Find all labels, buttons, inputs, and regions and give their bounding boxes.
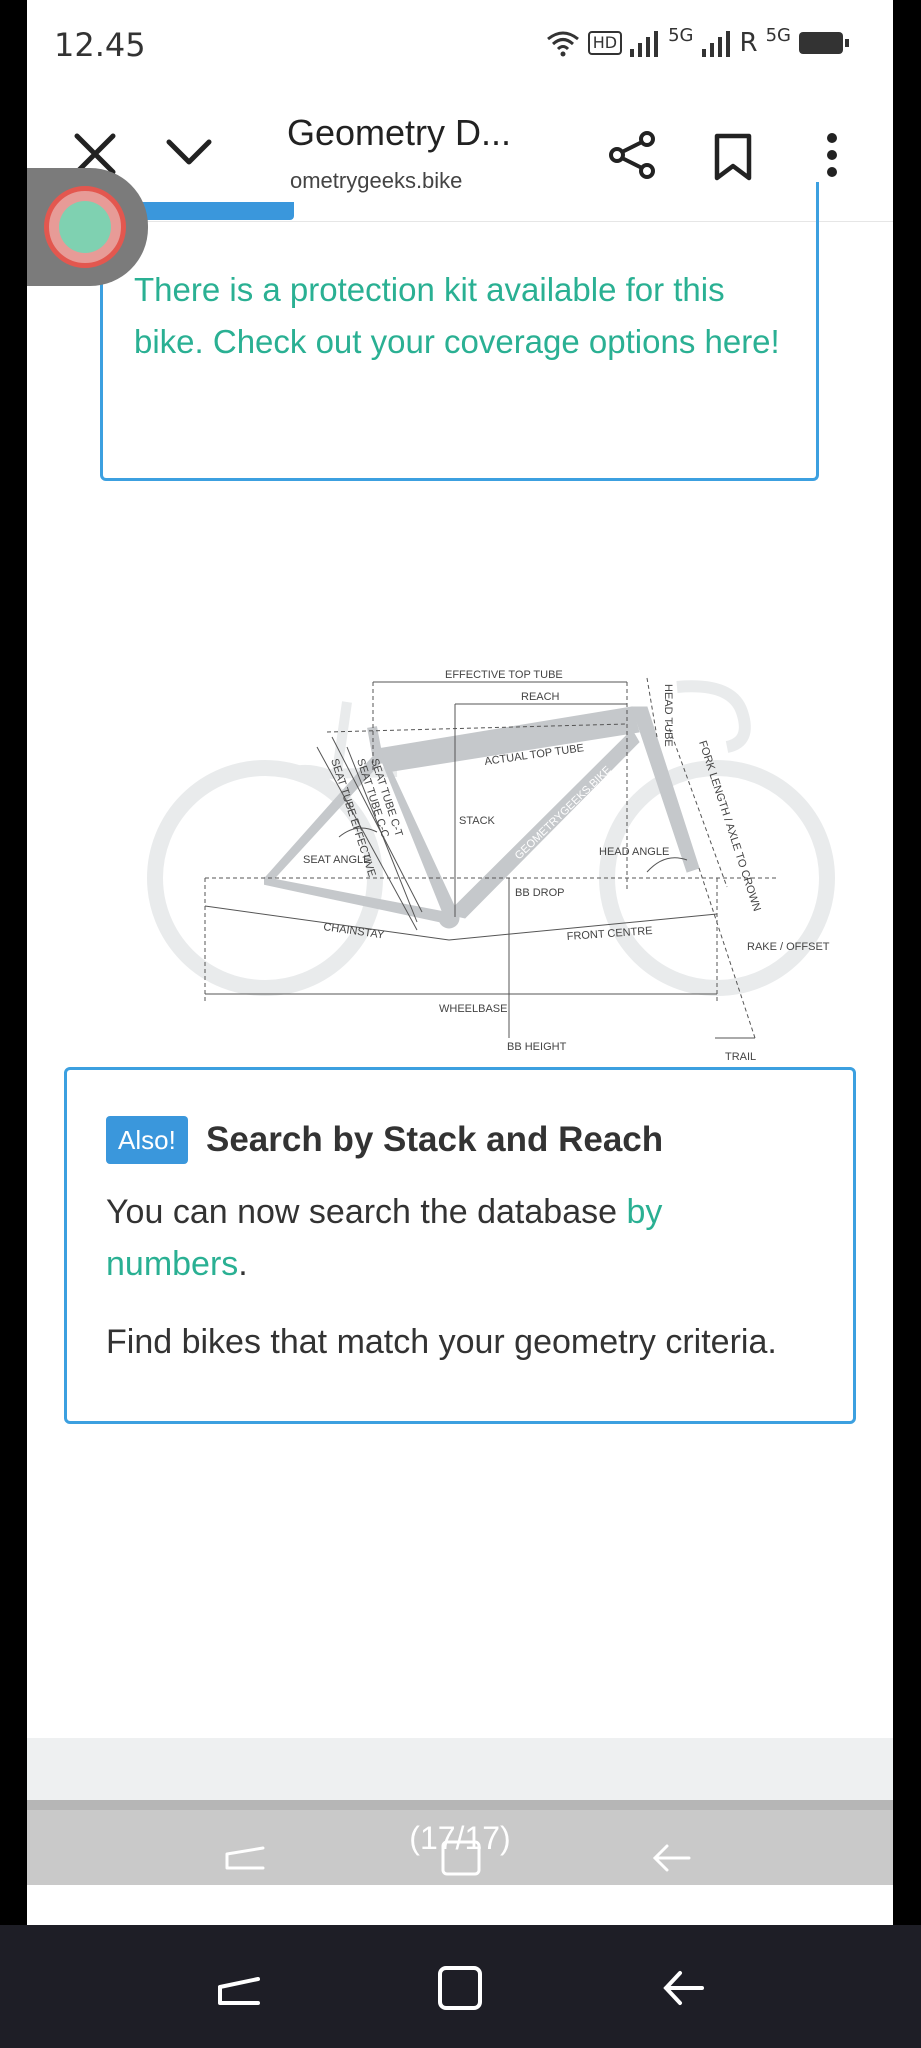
label-reach: REACH bbox=[521, 691, 560, 703]
status-bar: 12.45 HD 5G R 5G bbox=[27, 0, 893, 90]
also-badge: Also! bbox=[106, 1116, 188, 1164]
recents-icon bbox=[225, 1846, 265, 1870]
screen: 12.45 HD 5G R 5G Geometry D... ometrygee… bbox=[27, 0, 893, 1925]
back-icon bbox=[652, 1844, 691, 1872]
label-head-angle: HEAD ANGLE bbox=[599, 846, 669, 858]
label-trail: TRAIL bbox=[725, 1051, 756, 1063]
label-bb-height: BB HEIGHT bbox=[507, 1041, 567, 1053]
signal-icon bbox=[701, 31, 730, 57]
home-icon bbox=[441, 1840, 481, 1876]
phone: 12.45 HD 5G R 5G Geometry D... ometrygee… bbox=[0, 0, 921, 2048]
bookmark-icon[interactable] bbox=[711, 132, 755, 182]
label-bb-drop: BB DROP bbox=[515, 887, 565, 899]
also-text-criteria: Find bikes that match your geometry crit… bbox=[106, 1323, 777, 1361]
sim1-network-label: 5G bbox=[668, 24, 694, 46]
hd-voice-icon: HD bbox=[587, 31, 623, 55]
battery-icon bbox=[799, 32, 849, 54]
bike-geometry-diagram: GEOMETRYGEEKS.BIKE EFFECTIVE TOP TUBE RE… bbox=[147, 669, 835, 1063]
protection-text[interactable]: There is a protection kit available for … bbox=[134, 264, 794, 368]
share-icon[interactable] bbox=[607, 130, 657, 180]
call-bubble[interactable] bbox=[27, 168, 148, 286]
label-head-tube: HEAD TUBE bbox=[662, 684, 674, 747]
call-icon[interactable] bbox=[44, 186, 126, 268]
page-title: Geometry D... bbox=[287, 112, 512, 153]
label-wheelbase: WHEELBASE bbox=[439, 1003, 507, 1015]
label-seat-angle: SEAT ANGLE bbox=[303, 854, 370, 866]
status-time: 12.45 bbox=[54, 26, 146, 64]
page-footer-strip bbox=[27, 1738, 893, 1800]
system-nav-bar bbox=[0, 1925, 921, 2048]
overlay-divider bbox=[27, 1800, 893, 1810]
label-rake-offset: RAKE / OFFSET bbox=[747, 941, 830, 953]
roaming-label: R bbox=[739, 28, 758, 58]
also-text-prefix: You can now search the database bbox=[106, 1193, 627, 1231]
also-text-suffix: . bbox=[238, 1245, 248, 1283]
wifi-icon bbox=[546, 31, 579, 57]
label-effective-top-tube: EFFECTIVE TOP TUBE bbox=[445, 669, 563, 681]
status-icons: HD 5G R 5G bbox=[546, 24, 849, 60]
sim2-network-label: 5G bbox=[765, 24, 791, 46]
chevron-down-icon[interactable] bbox=[163, 132, 215, 172]
signal-icon bbox=[630, 31, 659, 57]
also-title: Search by Stack and Reach bbox=[206, 1120, 664, 1159]
also-text: You can now search the database by numbe… bbox=[106, 1186, 806, 1290]
back-button[interactable] bbox=[658, 1963, 708, 2013]
label-stack: STACK bbox=[459, 815, 496, 827]
also-notice: Also! Search by Stack and Reach You can … bbox=[64, 1067, 856, 1424]
home-button[interactable] bbox=[435, 1963, 485, 2013]
screenshot-overlay-nav: (17/17) bbox=[27, 1800, 893, 1885]
phone-icon bbox=[59, 201, 111, 253]
recents-button[interactable] bbox=[214, 1963, 264, 2013]
more-options-icon[interactable] bbox=[817, 130, 847, 180]
